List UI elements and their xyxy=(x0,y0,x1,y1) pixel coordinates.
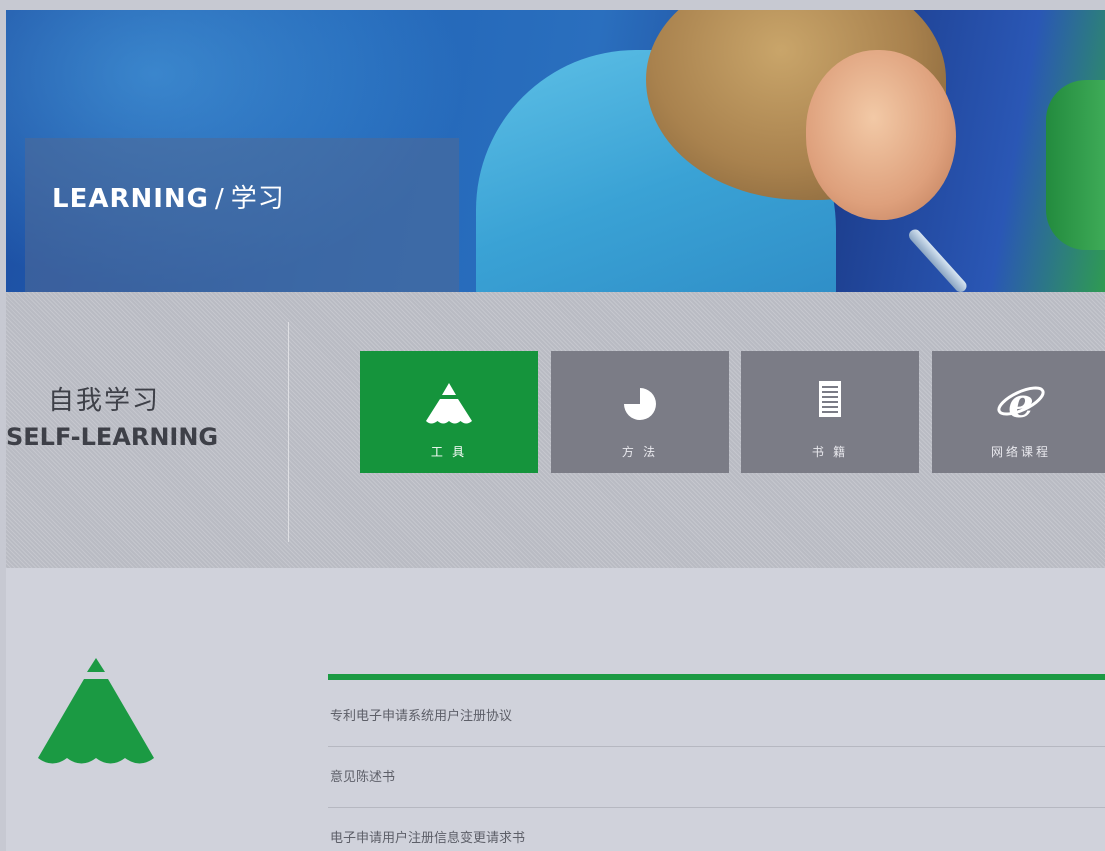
internet-explorer-icon: e xyxy=(997,381,1045,427)
tab-books-label: 书 籍 xyxy=(811,445,849,459)
pencil-icon xyxy=(38,658,154,764)
hero-title-box: LEARNING / 学习 xyxy=(25,138,459,292)
section-divider xyxy=(328,674,1105,680)
tab-methods-label: 方 法 xyxy=(621,445,659,459)
document-link[interactable]: 专利电子申请系统用户注册协议 xyxy=(328,686,1105,747)
tab-tools[interactable]: 工 具 xyxy=(360,351,538,473)
tab-online-courses-label: 网络课程 xyxy=(990,445,1051,459)
pencil-icon xyxy=(426,383,472,424)
section-title: 自我学习 SELF-LEARNING xyxy=(6,380,286,451)
self-learning-band: 自我学习 SELF-LEARNING 工 具 方 法 书 籍 e 网络课程 xyxy=(6,292,1105,568)
tab-methods[interactable]: 方 法 xyxy=(551,351,729,473)
hero-title-en: LEARNING xyxy=(52,184,210,214)
hero-title: LEARNING / 学习 xyxy=(52,178,285,215)
document-link[interactable]: 电子申请用户注册信息变更请求书 xyxy=(328,808,1105,851)
tab-tools-label: 工 具 xyxy=(430,445,468,459)
tab-books[interactable]: 书 籍 xyxy=(741,351,919,473)
document-link[interactable]: 意见陈述书 xyxy=(328,747,1105,808)
hero-title-separator: / xyxy=(215,184,225,214)
band-divider xyxy=(288,322,289,542)
page: LEARNING/学习 自我学习 SELF-LEARNING 工 具 方 法 xyxy=(6,10,1105,851)
content-area: 专利电子申请系统用户注册协议 意见陈述书 电子申请用户注册信息变更请求书 xyxy=(6,568,1105,851)
section-title-cn: 自我学习 xyxy=(48,385,161,415)
hero-title-cn: 学习 xyxy=(230,184,285,214)
document-list: 专利电子申请系统用户注册协议 意见陈述书 电子申请用户注册信息变更请求书 xyxy=(328,686,1105,851)
section-title-en: SELF-LEARNING xyxy=(6,423,219,451)
tab-online-courses[interactable]: e 网络课程 xyxy=(932,351,1105,473)
hero-banner: LEARNING / 学习 xyxy=(6,10,1105,292)
pie-chart-icon xyxy=(624,388,656,420)
document-icon xyxy=(819,381,841,417)
